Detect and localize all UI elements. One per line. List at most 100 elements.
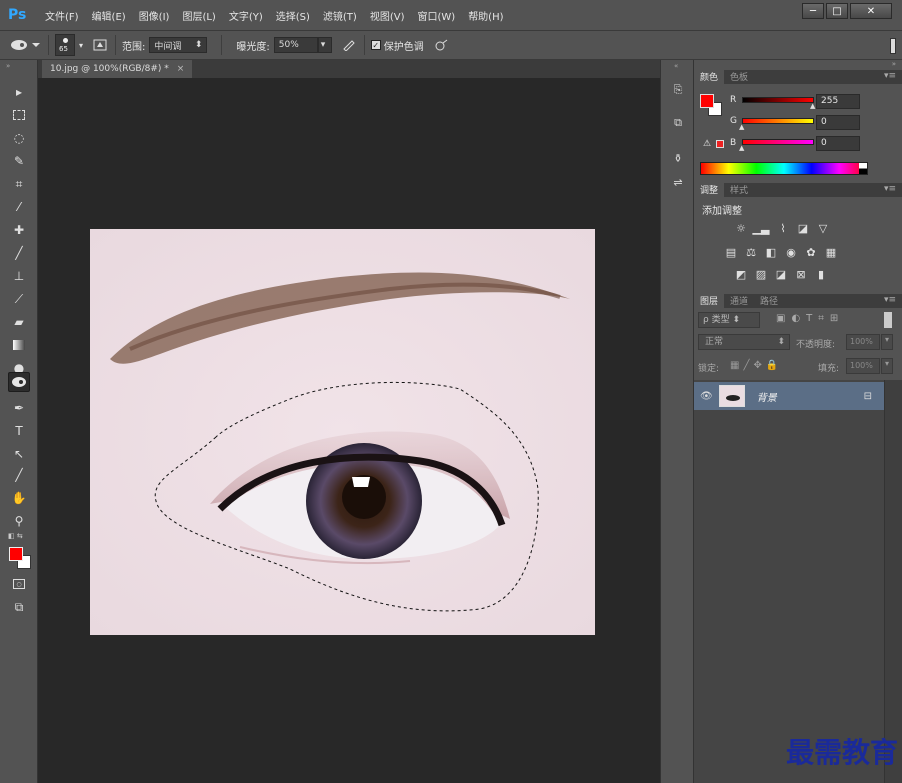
r-slider[interactable] <box>742 97 814 103</box>
move-tool[interactable]: ▸ <box>8 82 30 102</box>
pressure-icon[interactable] <box>432 36 450 54</box>
fill-dropdown[interactable]: ▾ <box>881 358 893 374</box>
black-white-icon[interactable]: ◧ <box>764 246 778 259</box>
blend-mode-select[interactable]: 正常 ⬍ <box>698 334 790 350</box>
sponge-tool[interactable] <box>8 372 30 392</box>
close-tab-icon[interactable]: × <box>177 64 185 74</box>
path-select-tool[interactable]: ↖ <box>8 444 30 464</box>
selective-color-icon[interactable]: ⊠ <box>794 268 808 281</box>
color-lookup-icon[interactable]: ▦ <box>824 246 838 259</box>
collapse-icon[interactable]: « <box>674 62 678 70</box>
eye-icon[interactable]: 👁 <box>700 391 713 402</box>
menu-type[interactable]: 文字(Y) <box>229 8 263 23</box>
range-select[interactable]: 中间调 ⬍ <box>149 37 208 53</box>
default-colors-icon[interactable]: ◧ ⇆ <box>8 532 23 540</box>
brush-settings-icon[interactable]: ⇌ <box>669 174 687 190</box>
filter-toggle[interactable] <box>884 312 892 328</box>
photo-filter-icon[interactable]: ◉ <box>784 246 798 259</box>
fill-input[interactable]: 100% <box>846 358 880 374</box>
protect-tones-checkbox[interactable]: ✓ <box>370 40 381 50</box>
layer-filter-icons[interactable]: ▣◐T⌗⊞ <box>776 313 844 324</box>
gamut-swatch[interactable] <box>716 140 724 148</box>
brush-panel-icon[interactable] <box>91 36 109 54</box>
gradient-map-icon[interactable]: ▮ <box>814 268 828 281</box>
properties-panel-icon[interactable]: ⧉ <box>669 115 687 131</box>
invert-icon[interactable]: ◩ <box>734 268 748 281</box>
menu-edit[interactable]: 编辑(E) <box>92 8 126 23</box>
tab-adjustments[interactable]: 调整 <box>694 182 725 197</box>
maximize-button[interactable]: □ <box>826 3 848 19</box>
brush-presets-icon[interactable]: ⚱ <box>669 150 687 166</box>
menu-filter[interactable]: 滤镜(T) <box>323 8 357 23</box>
menu-help[interactable]: 帮助(H) <box>468 8 503 23</box>
crop-tool[interactable]: ⌗ <box>8 174 30 194</box>
chevron-down-icon[interactable]: ▾ <box>79 41 83 50</box>
tab-swatches[interactable]: 色板 <box>724 69 754 84</box>
eraser-tool[interactable]: ▰ <box>8 312 30 332</box>
healing-tool[interactable]: ✚ <box>8 220 30 240</box>
tab-paths[interactable]: 路径 <box>754 293 784 308</box>
layer-row[interactable]: 👁 背景 ⊟ <box>694 382 884 410</box>
tab-styles[interactable]: 样式 <box>724 182 754 197</box>
gradient-tool[interactable] <box>8 335 30 355</box>
g-slider[interactable] <box>742 118 814 124</box>
curves-icon[interactable]: ⌇ <box>776 222 790 235</box>
foreground-color-swatch[interactable] <box>9 547 23 561</box>
panel-menu-icon[interactable]: ▾≡ <box>884 71 896 81</box>
menu-select[interactable]: 选择(S) <box>276 8 310 23</box>
lock-icons[interactable]: ▦╱✥🔒 <box>730 360 782 371</box>
r-value-input[interactable]: 255 <box>816 94 860 109</box>
expand-icon[interactable]: » <box>892 60 896 68</box>
color-spectrum-ramp[interactable] <box>700 162 868 175</box>
brightness-icon[interactable]: ☼ <box>734 222 748 235</box>
menu-file[interactable]: 文件(F) <box>45 8 79 23</box>
posterize-icon[interactable]: ▨ <box>754 268 768 281</box>
menu-window[interactable]: 窗口(W) <box>417 8 455 23</box>
threshold-icon[interactable]: ◪ <box>774 268 788 281</box>
channel-mixer-icon[interactable]: ✿ <box>804 246 818 259</box>
screen-mode-button[interactable]: ⧉ <box>8 597 30 617</box>
menu-view[interactable]: 视图(V) <box>370 8 405 23</box>
opacity-input[interactable]: 100% <box>846 334 880 350</box>
b-value-input[interactable]: 0 <box>816 136 860 151</box>
tab-layers[interactable]: 图层 <box>694 293 725 308</box>
hue-saturation-icon[interactable]: ▤ <box>724 246 738 259</box>
levels-icon[interactable]: ▁▃ <box>753 222 770 235</box>
collapse-icon[interactable]: » <box>6 62 10 70</box>
panel-menu-icon[interactable]: ▾≡ <box>884 184 896 194</box>
minimize-button[interactable]: ─ <box>802 3 824 19</box>
exposure-slider-toggle[interactable]: ▾ <box>317 37 332 53</box>
brush-size-picker[interactable]: 65 <box>55 34 75 56</box>
document-canvas[interactable] <box>90 229 595 635</box>
type-tool[interactable]: T <box>8 421 30 441</box>
layers-scrollbar[interactable] <box>884 380 902 783</box>
history-brush-tool[interactable]: ⟋ <box>8 289 30 309</box>
exposure-input[interactable]: 50% <box>273 37 318 53</box>
close-button[interactable]: ✕ <box>850 3 892 19</box>
hand-tool[interactable]: ✋ <box>8 488 30 508</box>
quick-select-tool[interactable]: ✎ <box>8 151 30 171</box>
tool-preset-picker[interactable] <box>8 36 42 54</box>
vibrance-icon[interactable]: ▽ <box>816 222 830 235</box>
layer-name[interactable]: 背景 <box>757 389 777 404</box>
menu-layer[interactable]: 图层(L) <box>182 8 215 23</box>
eyedropper-tool[interactable]: ⁄ <box>8 197 30 217</box>
marquee-tool[interactable] <box>8 105 30 125</box>
b-slider-thumb[interactable]: ▲ <box>739 144 744 152</box>
r-slider-thumb[interactable]: ▲ <box>810 102 815 110</box>
canvas-area[interactable] <box>38 78 660 783</box>
g-value-input[interactable]: 0 <box>816 115 860 130</box>
color-foreground-swatch[interactable] <box>700 94 714 108</box>
b-slider[interactable] <box>742 139 814 145</box>
document-tab[interactable]: 10.jpg @ 100%(RGB/8#) * × <box>42 60 192 78</box>
tab-channels[interactable]: 通道 <box>724 293 754 308</box>
exposure-icon[interactable]: ◪ <box>796 222 810 235</box>
panel-menu-icon[interactable]: ▾≡ <box>884 295 896 305</box>
g-slider-thumb[interactable]: ▲ <box>739 123 744 131</box>
tab-color[interactable]: 颜色 <box>694 69 725 84</box>
pen-tool[interactable]: ✒ <box>8 398 30 418</box>
lasso-tool[interactable]: ◌ <box>8 128 30 148</box>
color-balance-icon[interactable]: ⚖ <box>744 246 758 259</box>
line-tool[interactable]: ╱ <box>8 465 30 485</box>
menu-image[interactable]: 图像(I) <box>139 8 170 23</box>
